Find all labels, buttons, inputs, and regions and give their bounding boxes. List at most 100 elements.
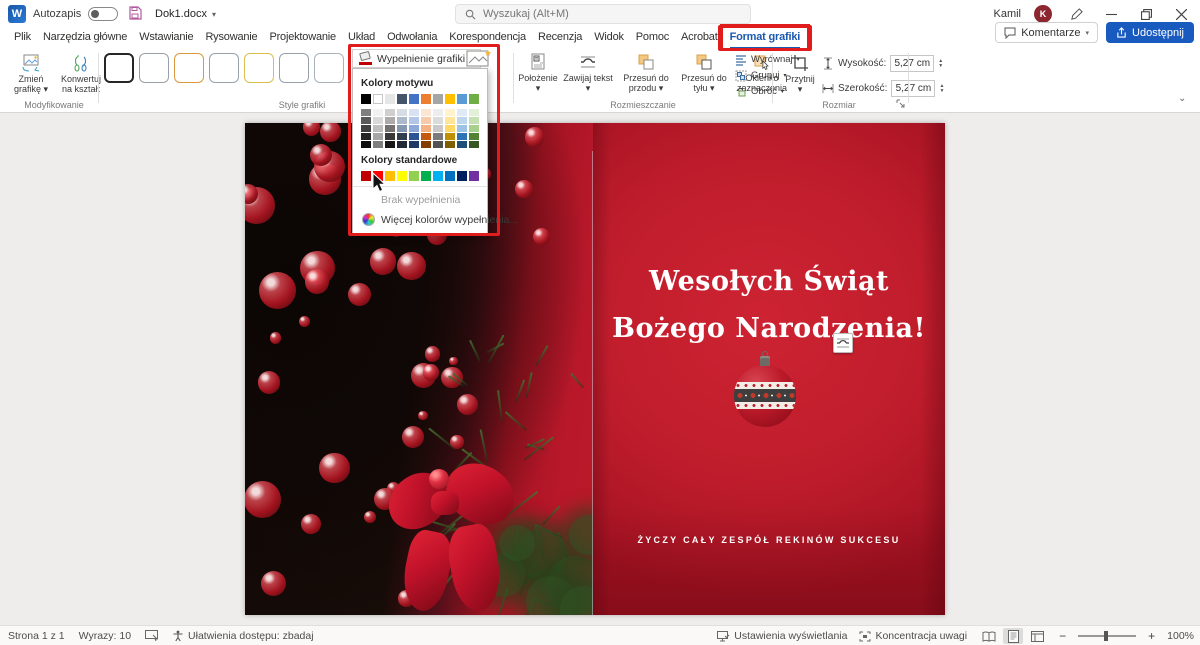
theme-shade-swatch[interactable]	[361, 141, 371, 148]
width-field[interactable]: 5,27 cm	[891, 80, 935, 97]
position-button[interactable]: Położenie▾	[518, 51, 558, 94]
theme-shade-swatch[interactable]	[469, 141, 479, 148]
standard-color-swatch[interactable]	[433, 171, 443, 181]
theme-shade-swatch[interactable]	[421, 133, 431, 140]
standard-color-swatch[interactable]	[397, 171, 407, 181]
zoom-slider-thumb[interactable]	[1104, 631, 1108, 641]
tab-format-grafiki[interactable]: Format grafiki	[724, 28, 807, 49]
theme-shade-swatch[interactable]	[409, 117, 419, 124]
standard-color-swatch[interactable]	[361, 171, 371, 181]
theme-shade-swatch[interactable]	[385, 125, 395, 132]
layout-options-button[interactable]	[833, 333, 853, 353]
word-count[interactable]: Wyrazy: 10	[79, 630, 131, 642]
theme-shade-swatch[interactable]	[469, 109, 479, 116]
accessibility-status[interactable]: Ułatwienia dostępu: zbadaj	[172, 630, 314, 642]
tab-wstawianie[interactable]: Wstawianie	[133, 28, 199, 49]
zoom-in-button[interactable]: +	[1148, 629, 1155, 643]
more-fill-colors-item[interactable]: Więcej kolorów wypełnienia...	[361, 210, 479, 230]
height-field[interactable]: 5,27 cm	[890, 55, 934, 72]
change-graphic-button[interactable]: Zmień grafikę ▾	[8, 52, 54, 95]
theme-color-swatch[interactable]	[409, 94, 419, 104]
theme-shade-swatch[interactable]	[421, 117, 431, 124]
display-settings-button[interactable]: Ustawienia wyświetlania	[717, 630, 847, 642]
theme-shade-swatch[interactable]	[445, 117, 455, 124]
picture-style-swatch[interactable]	[139, 53, 169, 83]
print-layout-view-button[interactable]	[1003, 628, 1023, 644]
standard-color-swatch[interactable]	[409, 171, 419, 181]
tab-pomoc[interactable]: Pomoc	[630, 28, 675, 49]
size-dialog-launcher-icon[interactable]	[896, 99, 905, 108]
theme-shade-swatch[interactable]	[373, 141, 383, 148]
height-stepper[interactable]: ▲▼	[938, 59, 943, 69]
wrap-text-button[interactable]: Zawijaj tekst ▾	[560, 51, 616, 94]
document-title[interactable]: Dok1.docx▾	[155, 8, 216, 20]
theme-shade-swatch[interactable]	[409, 133, 419, 140]
tab-narz-dzia-g-wne[interactable]: Narzędzia główne	[37, 28, 133, 49]
theme-shade-swatch[interactable]	[421, 125, 431, 132]
theme-shade-swatch[interactable]	[385, 133, 395, 140]
picture-style-swatch[interactable]	[104, 53, 134, 83]
theme-shade-swatch[interactable]	[409, 109, 419, 116]
share-button[interactable]: Udostępnij	[1106, 22, 1194, 43]
theme-color-swatch[interactable]	[385, 94, 395, 104]
theme-shade-swatch[interactable]	[445, 109, 455, 116]
web-layout-view-button[interactable]	[1027, 628, 1047, 644]
width-stepper[interactable]: ▲▼	[939, 84, 944, 94]
theme-color-swatch[interactable]	[373, 94, 383, 104]
tab-korespondencja[interactable]: Korespondencja	[443, 28, 532, 49]
tab-acrobat[interactable]: Acrobat	[675, 28, 724, 49]
tab-widok[interactable]: Widok	[588, 28, 630, 49]
tab-uk-ad[interactable]: Układ	[342, 28, 381, 49]
send-backward-button[interactable]: Przesuń do tyłu ▾	[676, 51, 732, 94]
theme-shade-swatch[interactable]	[457, 117, 467, 124]
theme-shade-swatch[interactable]	[373, 109, 383, 116]
theme-shade-swatch[interactable]	[373, 125, 383, 132]
theme-shade-swatch[interactable]	[457, 109, 467, 116]
zoom-level[interactable]: 100%	[1167, 630, 1194, 642]
theme-shade-swatch[interactable]	[469, 133, 479, 140]
theme-shade-swatch[interactable]	[457, 141, 467, 148]
read-mode-view-button[interactable]	[979, 628, 999, 644]
theme-color-swatch[interactable]	[361, 94, 371, 104]
theme-shade-swatch[interactable]	[397, 141, 407, 148]
tab-rysowanie[interactable]: Rysowanie	[199, 28, 263, 49]
theme-shade-swatch[interactable]	[433, 117, 443, 124]
theme-shade-swatch[interactable]	[433, 109, 443, 116]
theme-shade-swatch[interactable]	[421, 109, 431, 116]
theme-shade-swatch[interactable]	[385, 141, 395, 148]
theme-shade-swatch[interactable]	[433, 141, 443, 148]
tab-recenzja[interactable]: Recenzja	[532, 28, 588, 49]
keyboard-icon[interactable]	[145, 630, 158, 641]
focus-mode-button[interactable]: Koncentracja uwagi	[859, 630, 967, 642]
picture-style-swatch[interactable]	[279, 53, 309, 83]
theme-shade-swatch[interactable]	[361, 133, 371, 140]
tab-projektowanie[interactable]: Projektowanie	[263, 28, 342, 49]
theme-shade-swatch[interactable]	[361, 117, 371, 124]
standard-color-swatch[interactable]	[445, 171, 455, 181]
picture-fill-button[interactable]: Wypełnienie grafiki ▾	[352, 49, 481, 68]
collapse-ribbon-icon[interactable]: ⌄	[1178, 93, 1186, 104]
theme-color-swatch[interactable]	[433, 94, 443, 104]
theme-shade-swatch[interactable]	[397, 125, 407, 132]
theme-shade-swatch[interactable]	[361, 125, 371, 132]
tab-odwo-ania[interactable]: Odwołania	[381, 28, 443, 49]
picture-style-swatch[interactable]	[314, 53, 344, 83]
picture-style-swatch[interactable]	[244, 53, 274, 83]
theme-color-swatch[interactable]	[457, 94, 467, 104]
standard-color-swatch[interactable]	[421, 171, 431, 181]
theme-shade-swatch[interactable]	[361, 109, 371, 116]
standard-color-swatch[interactable]	[469, 171, 479, 181]
theme-shade-swatch[interactable]	[373, 133, 383, 140]
standard-color-swatch[interactable]	[457, 171, 467, 181]
search-input[interactable]: Wyszukaj (Alt+M)	[455, 4, 751, 24]
theme-shade-swatch[interactable]	[445, 133, 455, 140]
picture-style-icon[interactable]	[466, 49, 492, 68]
theme-color-swatch[interactable]	[469, 94, 479, 104]
theme-shade-swatch[interactable]	[385, 109, 395, 116]
autosave-toggle[interactable]	[88, 7, 118, 21]
theme-shade-swatch[interactable]	[445, 141, 455, 148]
theme-shade-swatch[interactable]	[397, 133, 407, 140]
picture-style-swatch[interactable]	[209, 53, 239, 83]
zoom-out-button[interactable]: −	[1059, 629, 1066, 643]
theme-shade-swatch[interactable]	[469, 117, 479, 124]
